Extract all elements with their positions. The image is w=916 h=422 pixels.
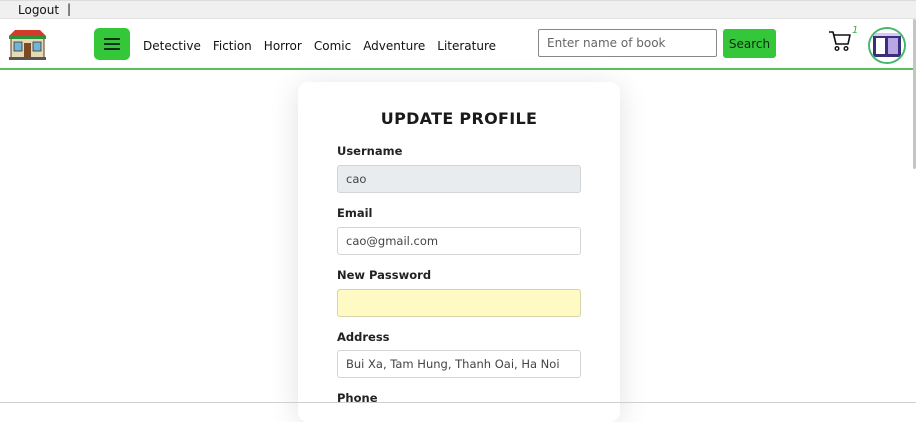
navbar: Detective Fiction Horror Comic Adventure… <box>0 19 916 70</box>
logout-link[interactable]: Logout <box>18 3 59 17</box>
address-field[interactable] <box>337 350 581 378</box>
category-horror[interactable]: Horror <box>264 39 302 53</box>
menu-button[interactable] <box>94 28 130 60</box>
email-label: Email <box>337 206 373 220</box>
page-title: UPDATE PROFILE <box>380 109 538 128</box>
avatar-icon <box>870 29 904 62</box>
category-adventure[interactable]: Adventure <box>363 39 425 53</box>
username-label: Username <box>337 144 403 158</box>
update-profile-card: UPDATE PROFILE Username Email New Passwo… <box>298 82 620 422</box>
category-nav: Detective Fiction Horror Comic Adventure… <box>143 39 508 53</box>
new-password-label: New Password <box>337 268 432 282</box>
search-button[interactable]: Search <box>723 29 776 58</box>
email-field[interactable] <box>337 227 581 255</box>
avatar[interactable] <box>868 27 906 64</box>
top-bar: Logout | <box>0 0 916 19</box>
category-literature[interactable]: Literature <box>437 39 496 53</box>
new-password-field[interactable] <box>337 289 581 317</box>
category-detective[interactable]: Detective <box>143 39 201 53</box>
cart-icon[interactable] <box>828 30 852 52</box>
address-label: Address <box>337 330 390 344</box>
separator: | <box>67 2 72 16</box>
category-fiction[interactable]: Fiction <box>213 39 252 53</box>
username-field[interactable] <box>337 165 581 193</box>
search-input[interactable] <box>538 29 717 57</box>
cart-count-badge: 1 <box>852 25 859 36</box>
bookstore-icon[interactable] <box>9 29 46 60</box>
category-comic[interactable]: Comic <box>314 39 351 53</box>
